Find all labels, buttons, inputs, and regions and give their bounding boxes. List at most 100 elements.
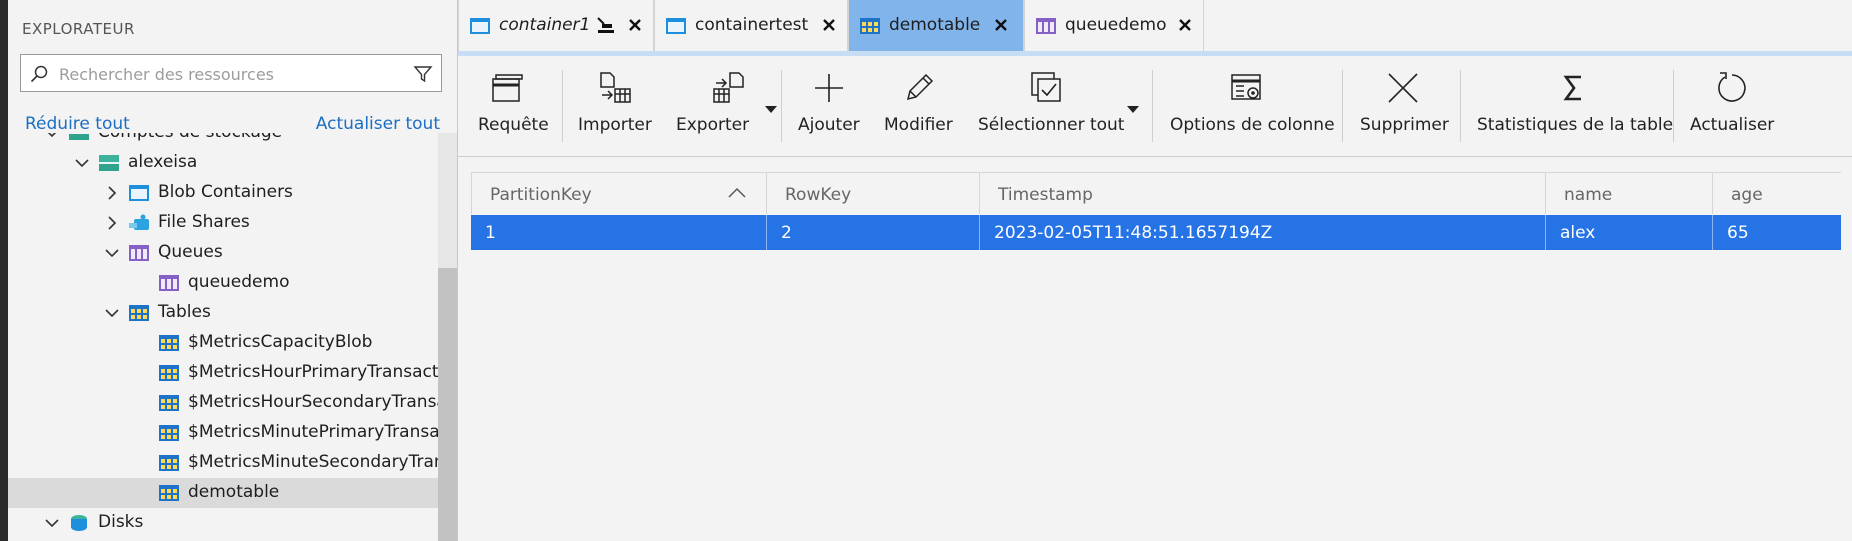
chevron-down-icon[interactable]: [764, 104, 778, 114]
tree-item-file-shares[interactable]: File Shares: [8, 208, 440, 238]
column-header-label: name: [1564, 185, 1613, 205]
table-icon: [860, 18, 880, 34]
import-button[interactable]: Importer: [578, 56, 654, 156]
tree-item-queuedemo[interactable]: queuedemo: [8, 268, 440, 298]
tree-item-metrics-hour-primary[interactable]: $MetricsHourPrimaryTransactionsBlob: [8, 358, 440, 388]
refresh-all-link[interactable]: Actualiser tout: [316, 114, 440, 134]
close-icon[interactable]: [821, 17, 837, 33]
add-label: Ajouter: [798, 115, 860, 135]
import-label: Importer: [578, 115, 652, 135]
tab-label: containertest: [695, 15, 809, 35]
chevron-right-icon[interactable]: [104, 185, 120, 201]
delete-button[interactable]: Supprimer: [1360, 56, 1449, 156]
chevron-down-icon[interactable]: [104, 305, 120, 321]
export-button[interactable]: Exporter: [676, 56, 778, 156]
tree-item-label: File Shares: [158, 212, 250, 232]
window-edge: [0, 0, 8, 541]
resource-tree: Comptes de stockage alexeisa Blob Contai…: [8, 133, 440, 541]
select-all-icon: [1031, 72, 1061, 102]
column-header-partitionkey[interactable]: PartitionKey: [471, 172, 767, 214]
queue-icon: [1036, 18, 1056, 34]
query-button[interactable]: Requête: [478, 56, 549, 156]
export-label: Exporter: [676, 115, 750, 135]
table-row[interactable]: 1 2 2023-02-05T11:48:51.1657194Z alex 65: [471, 215, 1841, 250]
tab-bar: container1 containertest demotable queue…: [458, 0, 1852, 54]
add-button[interactable]: Ajouter: [798, 56, 862, 156]
tree-item-label: $MetricsHourSecondaryTransactionsBlob: [188, 392, 440, 412]
column-header-label: RowKey: [785, 185, 852, 205]
chevron-down-icon[interactable]: [1126, 104, 1140, 114]
close-icon[interactable]: [1177, 17, 1193, 33]
tree-item-label: $MetricsHourPrimaryTransactionsBlob: [188, 362, 440, 382]
table-statistics-label: Statistiques de la table: [1477, 115, 1674, 135]
tree-item-queues[interactable]: Queues: [8, 238, 440, 268]
column-options-label: Options de colonne: [1170, 115, 1335, 135]
edit-label: Modifier: [884, 115, 953, 135]
pending-activity-icon: [597, 17, 614, 33]
tree-item-label: Queues: [158, 242, 223, 262]
tab-queuedemo[interactable]: queuedemo: [1024, 0, 1204, 51]
tab-containertest[interactable]: containertest: [654, 0, 848, 51]
tree-scrollbar-thumb[interactable]: [438, 268, 457, 541]
blob-container-icon: [129, 185, 149, 201]
tree-item-metrics-minute-primary[interactable]: $MetricsMinutePrimaryTransactionsBlob: [8, 418, 440, 448]
toolbar-separator: [1673, 70, 1674, 142]
close-icon[interactable]: [627, 17, 643, 33]
tree-item-metrics-minute-secondary[interactable]: $MetricsMinuteSecondaryTransactionsBlob: [8, 448, 440, 478]
search-input[interactable]: [57, 60, 401, 88]
column-options-button[interactable]: Options de colonne: [1170, 56, 1335, 156]
table-icon: [159, 335, 179, 351]
sigma-icon: [1563, 75, 1581, 101]
table-cell[interactable]: 1: [471, 215, 767, 250]
queue-icon: [129, 245, 149, 261]
column-header-rowkey[interactable]: RowKey: [767, 172, 980, 214]
chevron-down-icon[interactable]: [74, 155, 90, 171]
tree-item-label: $MetricsMinuteSecondaryTransactionsBlob: [188, 452, 440, 472]
column-header-label: Timestamp: [998, 185, 1093, 205]
collapse-all-link[interactable]: Réduire tout: [25, 114, 130, 134]
tree-item-demotable[interactable]: demotable: [8, 478, 440, 508]
table-statistics-button[interactable]: Statistiques de la table: [1477, 56, 1673, 156]
search-icon: [30, 65, 48, 83]
table-cell[interactable]: alex: [1546, 215, 1713, 250]
disk-icon: [71, 515, 87, 531]
tree-item-storage-accounts[interactable]: Comptes de stockage: [8, 133, 440, 148]
toolbar-separator: [562, 70, 563, 142]
toolbar-separator: [1460, 70, 1461, 142]
chevron-right-icon[interactable]: [104, 215, 120, 231]
table-cell[interactable]: 2: [767, 215, 980, 250]
tree-item-label: Blob Containers: [158, 182, 293, 202]
column-header-age[interactable]: age: [1713, 172, 1841, 214]
edit-button[interactable]: Modifier: [884, 56, 956, 156]
column-header-name[interactable]: name: [1546, 172, 1713, 214]
tree-item-metrics-hour-secondary[interactable]: $MetricsHourSecondaryTransactionsBlob: [8, 388, 440, 418]
plus-icon: [815, 74, 843, 102]
tree-item-metrics-capacity-blob[interactable]: $MetricsCapacityBlob: [8, 328, 440, 358]
close-icon[interactable]: [993, 17, 1009, 33]
column-header-timestamp[interactable]: Timestamp: [980, 172, 1546, 214]
blob-container-icon: [470, 18, 490, 34]
table-cell[interactable]: 65: [1713, 215, 1841, 250]
tab-container1[interactable]: container1: [458, 0, 654, 51]
select-all-button[interactable]: Sélectionner tout: [978, 56, 1140, 156]
search-box[interactable]: [20, 54, 442, 92]
table-icon: [159, 395, 179, 411]
tree-item-label: Disks: [98, 512, 144, 532]
chevron-down-icon[interactable]: [44, 133, 60, 141]
tree-item-blob-containers[interactable]: Blob Containers: [8, 178, 440, 208]
chevron-down-icon[interactable]: [104, 245, 120, 261]
tree-item-label: alexeisa: [128, 152, 198, 172]
tree-item-tables[interactable]: Tables: [8, 298, 440, 328]
tree-item-alexeisa[interactable]: alexeisa: [8, 148, 440, 178]
table-icon: [159, 425, 179, 441]
tree-item-disks[interactable]: Disks: [8, 508, 440, 538]
chevron-down-icon[interactable]: [44, 515, 60, 531]
tree-item-label: $MetricsCapacityBlob: [188, 332, 373, 352]
pencil-icon: [906, 73, 934, 101]
tab-demotable[interactable]: demotable: [848, 0, 1024, 51]
refresh-button[interactable]: Actualiser: [1690, 56, 1774, 156]
filter-icon[interactable]: [413, 64, 433, 84]
sort-ascending-icon[interactable]: [728, 187, 746, 199]
storage-account-icon: [69, 134, 89, 140]
table-cell[interactable]: 2023-02-05T11:48:51.1657194Z: [980, 215, 1546, 250]
